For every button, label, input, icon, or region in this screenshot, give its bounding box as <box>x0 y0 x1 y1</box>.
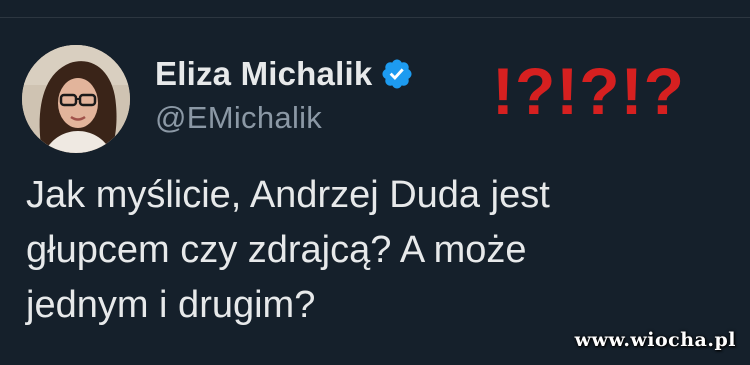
verified-badge-icon <box>380 57 414 91</box>
watermark: www.wiocha.pl <box>574 329 736 351</box>
tweet-card: Eliza Michalik @EMichalik !?!?!? Jak myś… <box>0 18 750 365</box>
tweet-header: Eliza Michalik @EMichalik <box>155 54 414 136</box>
overlay-annotation: !?!?!? <box>492 54 685 128</box>
tweet-text-line: głupcem czy zdrajcą? A może <box>26 229 527 271</box>
avatar[interactable] <box>22 45 130 153</box>
display-name[interactable]: Eliza Michalik <box>155 55 372 93</box>
tweet-text-line: jednym i drugim? <box>26 284 316 326</box>
tweet-text: Jak myślicie, Andrzej Duda jest głupcem … <box>26 168 726 333</box>
top-divider <box>0 0 750 18</box>
user-handle[interactable]: @EMichalik <box>155 100 414 136</box>
tweet-text-line: Jak myślicie, Andrzej Duda jest <box>26 174 550 216</box>
name-row: Eliza Michalik <box>155 54 414 94</box>
